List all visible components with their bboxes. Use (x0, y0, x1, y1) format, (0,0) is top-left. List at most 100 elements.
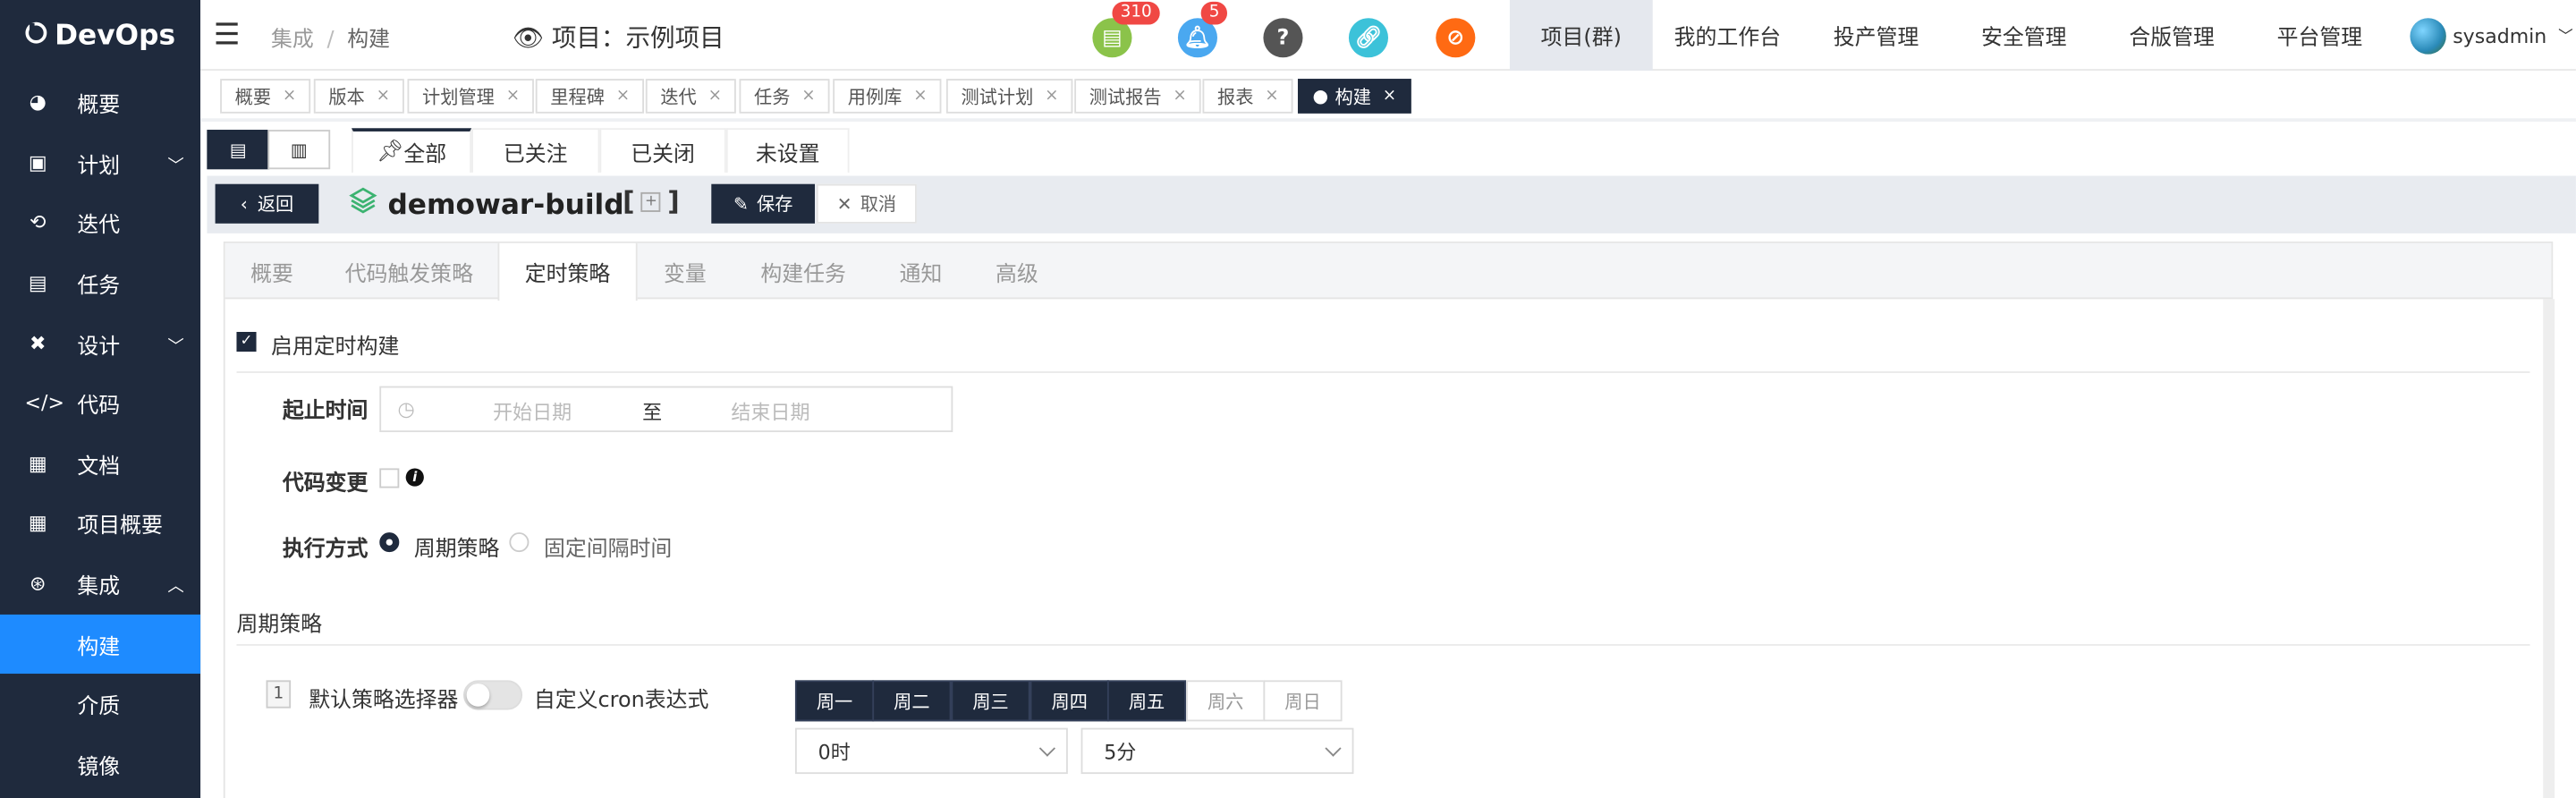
project-selector[interactable]: 👁 项目：示例项目 (513, 20, 724, 55)
sidebar-item-overview[interactable]: ◕ 概要 (0, 72, 200, 132)
topnav-my-workbench[interactable]: 我的工作台 (1653, 0, 1802, 71)
topnav-merge-management[interactable]: 合版管理 (2097, 0, 2245, 71)
sidebar-item-document[interactable]: ▦ 文档 (0, 434, 200, 493)
save-button[interactable]: ✎ 保存 (711, 183, 816, 224)
code-change-checkbox[interactable] (379, 468, 400, 488)
top-bar: ☰ 集成 / 构建 👁 项目：示例项目 ▤ 310 🔔︎ 5 ? 🔗︎ ⊘ 项目(群… (200, 0, 2576, 71)
close-icon[interactable]: × (1173, 87, 1186, 105)
exec-interval-radio[interactable] (509, 532, 530, 553)
page-tab-milestone[interactable]: 里程碑 × (535, 79, 645, 114)
exec-periodic-radio[interactable] (379, 532, 400, 553)
user-menu[interactable]: sysadmin ﹀ (2410, 0, 2573, 71)
close-icon[interactable]: × (1383, 87, 1396, 105)
add-tag-button[interactable]: + (640, 191, 661, 212)
sidebar-item-code[interactable]: </> 代码 (0, 373, 200, 432)
help-button[interactable]: ? (1263, 18, 1303, 58)
back-button[interactable]: ‹ 返回 (215, 183, 319, 224)
ban-button[interactable]: ⊘ (1436, 18, 1476, 58)
sidebar-item-integration[interactable]: ⊛ 集成 ︿ (0, 554, 200, 613)
topnav-platform-management[interactable]: 平台管理 (2246, 0, 2394, 71)
page-tab-plan-management[interactable]: 计划管理 × (407, 79, 535, 114)
page-tab-test-plan[interactable]: 测试计划 × (945, 79, 1074, 114)
default-selector-label: 默认策略选择器 (309, 688, 459, 714)
settings-tab-schedule[interactable]: 定时策略 (497, 242, 638, 301)
filter-tab-closed[interactable]: 已关闭 (599, 128, 726, 173)
end-date-input[interactable]: 结束日期 (731, 397, 809, 425)
link-button[interactable]: 🔗︎ (1348, 18, 1389, 58)
page-tab-iteration[interactable]: 迭代 × (645, 79, 737, 114)
weekday-tue[interactable]: 周二 (872, 680, 952, 722)
close-icon[interactable]: × (1045, 87, 1058, 105)
layers-icon (348, 186, 377, 224)
notification-button[interactable]: 🔔︎ 5 (1177, 1, 1228, 58)
list-view-button[interactable]: ▤ (207, 130, 270, 170)
close-icon[interactable]: × (377, 87, 390, 105)
plan-icon: ▣ (28, 150, 47, 174)
weekday-wed[interactable]: 周三 (951, 680, 1030, 722)
chevron-left-icon: ‹ (240, 192, 248, 215)
sidebar-item-label: 镜像 (77, 754, 121, 780)
enable-schedule-checkbox[interactable]: ✓ (236, 332, 257, 352)
bell-icon: 🔔︎ (1183, 25, 1212, 51)
board-view-button[interactable]: ▥ (267, 130, 331, 170)
sidebar-item-label: 文档 (77, 454, 121, 480)
sidebar-item-project-summary[interactable]: ▦ 项目概要 (0, 493, 200, 552)
filter-tab-unset[interactable]: 未设置 (725, 128, 850, 173)
date-range-picker[interactable]: ◷ 开始日期 至 结束日期 (379, 386, 953, 433)
cron-toggle[interactable] (462, 680, 523, 710)
settings-tab-build-tasks[interactable]: 构建任务 (733, 243, 874, 299)
sidebar-item-label: 构建 (77, 634, 121, 660)
breadcrumb-item[interactable]: 集成 (271, 28, 314, 53)
topnav-security-management[interactable]: 安全管理 (1950, 0, 2097, 71)
close-icon[interactable]: × (506, 87, 520, 105)
settings-tab-code-trigger[interactable]: 代码触发策略 (318, 243, 499, 299)
page-tab-test-report[interactable]: 测试报告 × (1074, 79, 1202, 114)
dashboard-icon: ◕ (29, 90, 47, 114)
weekday-thu[interactable]: 周四 (1030, 680, 1109, 722)
topnav-project-group[interactable]: 项目(群) (1509, 0, 1653, 71)
settings-tab-overview[interactable]: 概要 (225, 243, 319, 299)
task-list-button[interactable]: ▤ 310 (1092, 1, 1160, 58)
topnav-release-management[interactable]: 投产管理 (1802, 0, 1950, 71)
sidebar-item-iteration[interactable]: ⟲ 迭代 (0, 192, 200, 251)
page-tab-overview[interactable]: 概要 × (220, 79, 311, 114)
sidebar-item-task[interactable]: ▤ 任务 (0, 253, 200, 312)
close-icon[interactable]: × (801, 87, 815, 105)
app-logo[interactable]: DevOps (0, 0, 200, 71)
sidebar-item-design[interactable]: ✖ 设计 ﹀ (0, 314, 200, 373)
toggle-knob (466, 683, 490, 707)
close-icon[interactable]: × (616, 87, 630, 105)
weekday-sun[interactable]: 周日 (1263, 680, 1343, 722)
minute-select[interactable]: 5分 (1080, 727, 1354, 775)
close-icon[interactable]: × (708, 87, 722, 105)
page-tab-case-library[interactable]: 用例库 × (833, 79, 943, 114)
document-icon: ▦ (28, 511, 47, 534)
hour-select[interactable]: 0时 (794, 727, 1068, 775)
settings-tab-variables[interactable]: 变量 (638, 243, 733, 299)
filter-tab-all[interactable]: 📌︎ 全部 (352, 128, 472, 173)
weekday-mon[interactable]: 周一 (794, 680, 875, 722)
sidebar-item-plan[interactable]: ▣ 计划 ﹀ (0, 133, 200, 192)
panel-scrollbar[interactable] (2543, 299, 2555, 798)
settings-tab-advanced[interactable]: 高级 (968, 243, 1066, 299)
range-separator: 至 (642, 401, 663, 424)
info-icon[interactable]: i (405, 468, 424, 487)
close-icon[interactable]: × (1265, 87, 1278, 105)
close-icon[interactable]: × (913, 87, 927, 105)
sidebar-subitem-image[interactable]: 镜像 (0, 734, 200, 794)
chevron-down-icon: ﹀ (2558, 30, 2573, 47)
weekday-fri[interactable]: 周五 (1106, 680, 1187, 722)
page-tab-task[interactable]: 任务 × (739, 79, 831, 114)
filter-tab-followed[interactable]: 已关注 (471, 128, 600, 173)
sidebar-subitem-media[interactable]: 介质 (0, 674, 200, 733)
weekday-sat[interactable]: 周六 (1186, 680, 1266, 722)
page-tab-report[interactable]: 报表 × (1202, 79, 1294, 114)
sidebar-subitem-build[interactable]: 构建 (0, 614, 201, 675)
menu-toggle-icon[interactable]: ☰ (214, 18, 241, 53)
page-tab-build[interactable]: ● 构建 × (1297, 79, 1411, 114)
cancel-button[interactable]: ✕ 取消 (816, 183, 917, 224)
page-tab-version[interactable]: 版本 × (313, 79, 405, 114)
settings-tab-notify[interactable]: 通知 (874, 243, 968, 299)
start-date-input[interactable]: 开始日期 (493, 397, 572, 425)
close-icon[interactable]: × (283, 87, 296, 105)
